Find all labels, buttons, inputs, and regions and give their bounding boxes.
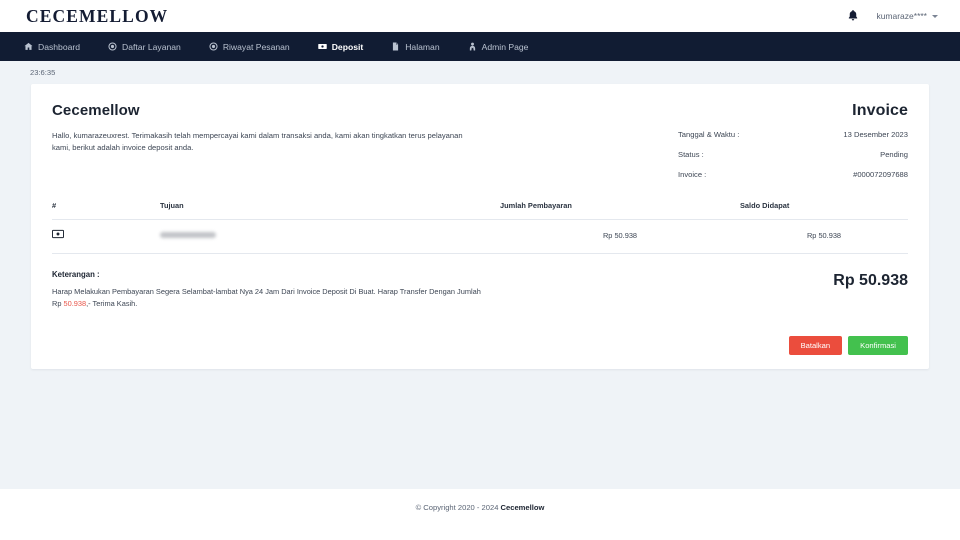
invoice-card: Cecemellow Invoice Hallo, kumarazeuxrest…	[31, 84, 929, 369]
invoice-greeting: Hallo, kumarazeuxrest. Terimakasih telah…	[52, 131, 463, 152]
nav-item-dashboard[interactable]: Dashboard	[24, 42, 80, 52]
invoice-table-head: # Tujuan Jumlah Pembayaran Saldo Didapat	[52, 201, 908, 220]
file-icon	[391, 42, 400, 51]
invoice-table-body: Rp 50.938 Rp 50.938	[52, 219, 908, 254]
cell-amount: Rp 50.938	[500, 219, 740, 254]
money-bill-icon	[52, 229, 64, 239]
column-header-tujuan: Tujuan	[160, 201, 500, 220]
nav-item-deposit[interactable]: Deposit	[317, 41, 364, 52]
chevron-down-icon	[932, 14, 938, 18]
notes-amount-highlight: 50.938	[63, 298, 87, 308]
nav-label: Riwayat Pesanan	[222, 41, 290, 52]
circle-dot-icon	[108, 42, 117, 51]
meta-value: 13 Desember 2023	[843, 130, 908, 139]
notes-body: Harap Melakukan Pembayaran Segera Selamb…	[52, 286, 482, 310]
invoice-meta-list: Tanggal & Waktu : 13 Desember 2023 Statu…	[678, 130, 908, 179]
top-header: CECEMELLOW kumaraze****	[0, 0, 960, 32]
footer-copyright-text: © Copyright 2020 - 2024	[415, 503, 501, 512]
footer-brand: Cecemellow	[500, 503, 545, 512]
invoice-meta-number: Invoice : #000072097688	[678, 170, 908, 179]
notes-text-after: ,- Terima Kasih.	[86, 298, 138, 308]
cancel-button[interactable]: Batalkan	[788, 335, 843, 355]
column-header-number: #	[52, 201, 160, 220]
invoice-grand-total: Rp 50.938	[833, 272, 908, 289]
invoice-card-header: Cecemellow Invoice	[52, 102, 908, 119]
confirm-button[interactable]: Konfirmasi	[848, 335, 908, 355]
nav-label: Daftar Layanan	[122, 41, 181, 52]
meta-label: Invoice :	[678, 170, 707, 179]
user-tie-icon	[468, 42, 477, 51]
page-content: 23:6:35 Cecemellow Invoice Hallo, kumara…	[0, 61, 960, 489]
user-menu[interactable]: kumaraze****	[876, 11, 938, 21]
cell-row-icon	[52, 219, 160, 254]
nav-item-halaman[interactable]: Halaman	[391, 41, 440, 52]
table-row: Rp 50.938 Rp 50.938	[52, 219, 908, 254]
nav-item-daftar-layanan[interactable]: Daftar Layanan	[108, 42, 181, 52]
column-header-saldo: Saldo Didapat	[740, 201, 908, 220]
cell-destination	[160, 219, 500, 254]
money-bill-icon	[317, 42, 327, 51]
clock-display: 23:6:35	[30, 68, 56, 77]
circle-dot-icon	[209, 42, 218, 51]
home-icon	[24, 42, 33, 51]
nav-label: Deposit	[331, 41, 364, 52]
site-logo[interactable]: CECEMELLOW	[26, 6, 168, 27]
nav-item-riwayat-pesanan[interactable]: Riwayat Pesanan	[209, 42, 290, 52]
status-badge: Pending	[880, 150, 908, 159]
invoice-table: # Tujuan Jumlah Pembayaran Saldo Didapat	[52, 201, 908, 254]
header-right-group: kumaraze****	[846, 9, 938, 23]
username-label: kumaraze****	[876, 11, 927, 21]
meta-label: Status :	[678, 150, 704, 159]
main-navigation: Dashboard Daftar Layanan Riwayat Pesanan…	[0, 32, 960, 61]
notes-title: Keterangan :	[52, 270, 100, 279]
table-header-row: # Tujuan Jumlah Pembayaran Saldo Didapat	[52, 201, 908, 220]
meta-label: Tanggal & Waktu :	[678, 130, 740, 139]
invoice-intro-row: Hallo, kumarazeuxrest. Terimakasih telah…	[52, 130, 908, 179]
invoice-shop-name: Cecemellow	[52, 102, 140, 119]
nav-label: Dashboard	[38, 41, 81, 52]
invoice-meta-date: Tanggal & Waktu : 13 Desember 2023	[678, 130, 908, 139]
invoice-notes: Keterangan : Harap Melakukan Pembayaran …	[52, 270, 482, 310]
meta-value: #000072097688	[853, 170, 908, 179]
footer-copyright: © Copyright 2020 - 2024 Cecemellow	[416, 503, 545, 512]
invoice-actions: Batalkan Konfirmasi	[52, 335, 908, 355]
redacted-destination	[160, 231, 216, 238]
column-header-jumlah: Jumlah Pembayaran	[500, 201, 740, 220]
invoice-notes-row: Keterangan : Harap Melakukan Pembayaran …	[52, 270, 908, 310]
nav-label: Admin Page	[481, 41, 529, 52]
cell-balance: Rp 50.938	[740, 219, 908, 254]
bell-icon[interactable]	[846, 9, 860, 23]
nav-label: Halaman	[405, 41, 440, 52]
page-footer: © Copyright 2020 - 2024 Cecemellow	[0, 489, 960, 540]
invoice-title: Invoice	[852, 102, 908, 119]
invoice-meta-status: Status : Pending	[678, 150, 908, 159]
app-root: CECEMELLOW kumaraze**** Dashboard Daftar…	[0, 0, 960, 540]
nav-item-admin-page[interactable]: Admin Page	[468, 41, 529, 52]
